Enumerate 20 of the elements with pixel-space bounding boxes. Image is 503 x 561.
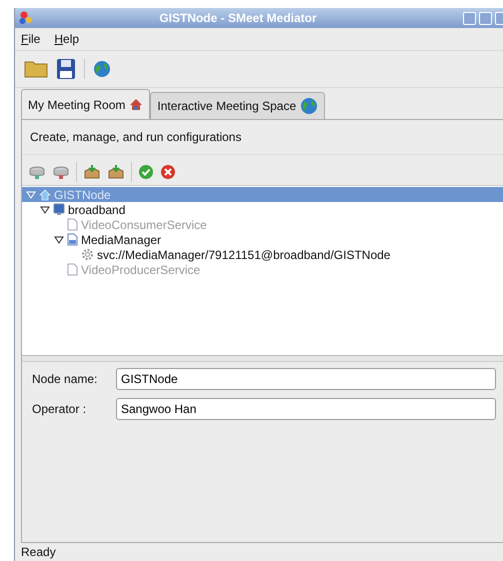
tab[interactable]: My Meeting Room	[21, 89, 150, 119]
menu-item[interactable]: File	[21, 32, 40, 46]
status-text: Ready	[21, 545, 56, 559]
tree-item[interactable]: broadband	[22, 202, 503, 217]
tree-label: broadband	[68, 202, 126, 216]
description-text: Create, manage, and run configurations	[30, 130, 242, 144]
window-title: GISTNode - SMeet Mediator	[158, 11, 318, 25]
tree-label: svc://MediaManager/79121151@broadband/GISTNode	[97, 248, 390, 262]
tree-label: MediaManager	[81, 232, 162, 246]
tree-label: VideoProducerService	[81, 262, 200, 276]
input-field[interactable]: Sangwoo Han	[116, 398, 496, 420]
tree-item[interactable]: MediaManager	[22, 232, 503, 247]
input-field[interactable]: GISTNode	[116, 368, 496, 390]
tree-label: VideoConsumerService	[81, 218, 207, 232]
field-label: Operator :	[32, 402, 88, 416]
tab[interactable]: Interactive Meeting Space	[150, 92, 326, 119]
menu-item[interactable]: Help	[54, 32, 80, 46]
field-label: Node name:	[32, 372, 98, 386]
tree-item[interactable]: svc://MediaManager/79121151@broadband/GISTNode	[22, 247, 503, 262]
tree-label: GISTNode	[54, 188, 111, 202]
